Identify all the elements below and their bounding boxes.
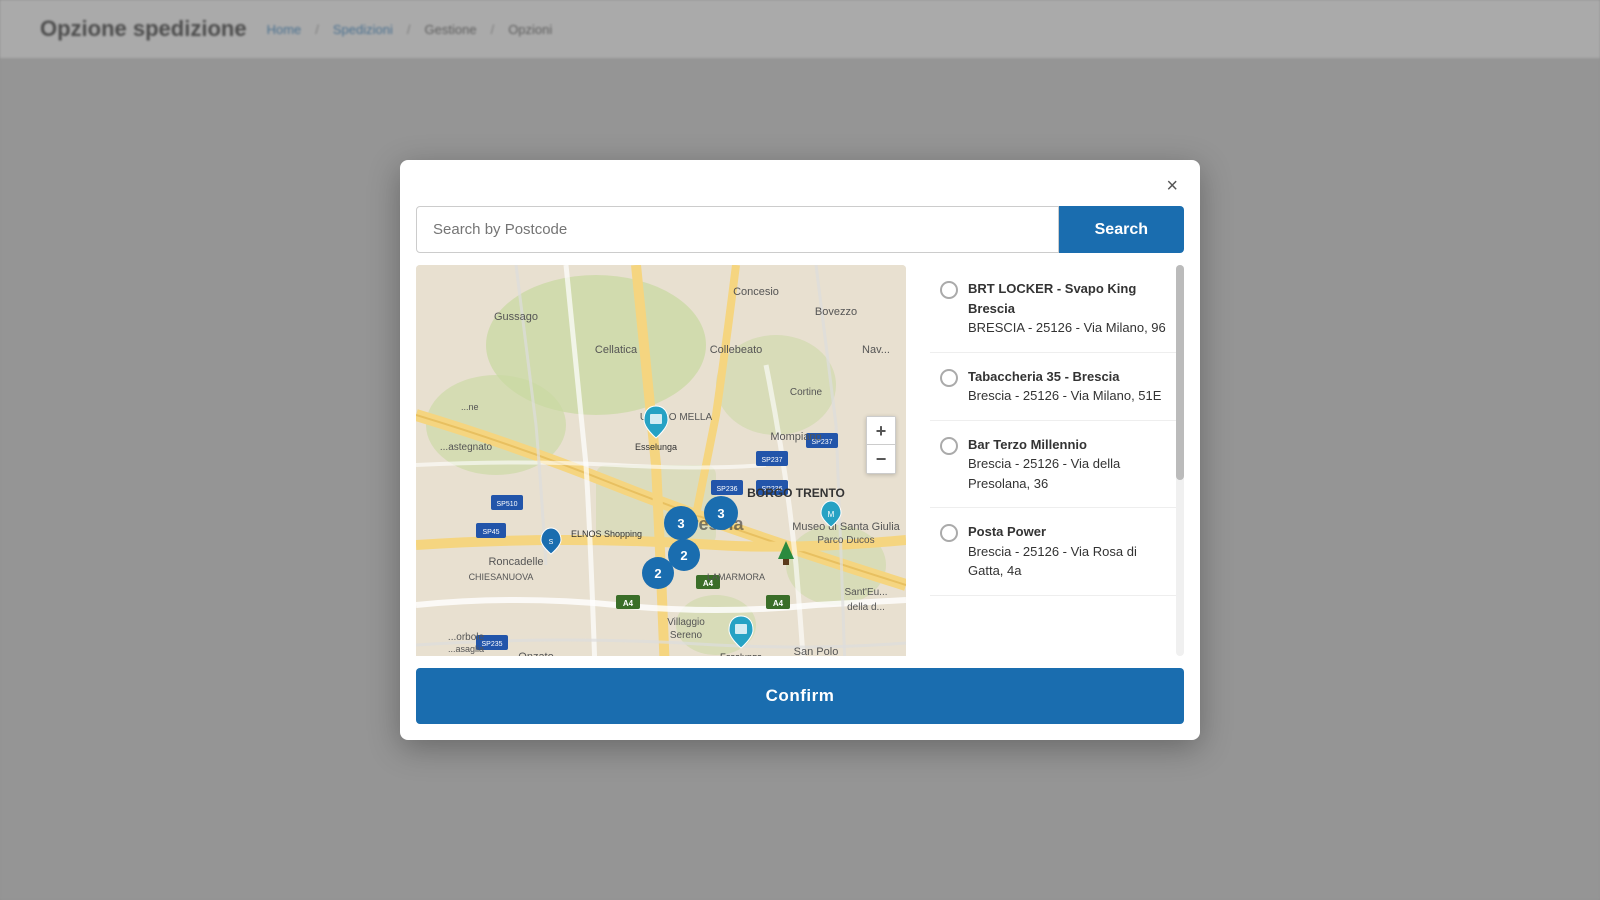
svg-text:A4: A4	[773, 599, 784, 608]
postcode-search-input[interactable]	[416, 206, 1059, 253]
svg-text:...asaglia: ...asaglia	[448, 644, 484, 654]
svg-text:2: 2	[680, 548, 687, 563]
svg-text:Sant'Eu...: Sant'Eu...	[844, 587, 887, 598]
svg-text:SP235: SP235	[481, 641, 502, 648]
result-text-3: Bar Terzo Millennio Brescia - 25126 - Vi…	[968, 435, 1166, 494]
svg-text:SP237: SP237	[761, 457, 782, 464]
svg-text:Collebeato: Collebeato	[710, 344, 763, 356]
svg-text:...ne: ...ne	[461, 402, 479, 412]
svg-text:LAMARMORA: LAMARMORA	[707, 572, 765, 582]
map-controls: + −	[866, 416, 896, 474]
svg-text:3: 3	[677, 516, 684, 531]
modal-header: ×	[400, 160, 1200, 206]
svg-text:della d...: della d...	[847, 602, 885, 613]
svg-text:...orbole: ...orbole	[448, 632, 485, 643]
svg-text:M: M	[828, 510, 835, 519]
svg-text:SP510: SP510	[496, 501, 517, 508]
results-wrapper: BRT LOCKER - Svapo King Brescia BRESCIA …	[906, 265, 1184, 656]
results-list: BRT LOCKER - Svapo King Brescia BRESCIA …	[918, 265, 1176, 656]
radio-button-2[interactable]	[940, 369, 958, 387]
radio-button-1[interactable]	[940, 281, 958, 299]
svg-text:Esselunga: Esselunga	[635, 442, 677, 452]
modal-footer: Confirm	[400, 656, 1200, 740]
svg-text:Museo di Santa Giulia: Museo di Santa Giulia	[792, 521, 900, 533]
svg-text:CHIESANUOVA: CHIESANUOVA	[469, 572, 534, 582]
svg-text:Concesio: Concesio	[733, 286, 779, 298]
map-area: A4 A4 A4 SP45 SP510 SP235 SP237 SP237	[416, 265, 906, 656]
result-item-3[interactable]: Bar Terzo Millennio Brescia - 25126 - Vi…	[930, 421, 1176, 509]
zoom-out-button[interactable]: −	[867, 445, 895, 473]
svg-text:A4: A4	[623, 599, 634, 608]
svg-text:Roncadelle: Roncadelle	[488, 556, 543, 568]
svg-text:Cellatica: Cellatica	[595, 344, 638, 356]
svg-text:San Polo: San Polo	[794, 646, 839, 656]
result-text-1: BRT LOCKER - Svapo King Brescia BRESCIA …	[968, 279, 1166, 338]
zoom-in-button[interactable]: +	[867, 417, 895, 445]
search-row: Search	[400, 206, 1200, 265]
svg-text:...astegnato: ...astegnato	[440, 442, 493, 453]
map-svg: A4 A4 A4 SP45 SP510 SP235 SP237 SP237	[416, 265, 906, 656]
pickup-modal: × Search	[400, 160, 1200, 740]
svg-text:SP236: SP236	[716, 486, 737, 493]
svg-text:ELNOS Shopping: ELNOS Shopping	[571, 529, 642, 539]
svg-text:Bovezzo: Bovezzo	[815, 306, 857, 318]
svg-text:Esselunga: Esselunga	[720, 652, 762, 656]
results-scrollbar[interactable]	[1176, 265, 1184, 656]
svg-text:Gussago: Gussago	[494, 311, 538, 323]
search-button[interactable]: Search	[1059, 206, 1184, 253]
svg-text:S: S	[549, 539, 554, 546]
confirm-button[interactable]: Confirm	[416, 668, 1184, 724]
svg-text:3: 3	[717, 506, 724, 521]
svg-text:Onzato: Onzato	[518, 651, 553, 656]
radio-button-4[interactable]	[940, 524, 958, 542]
svg-text:Sereno: Sereno	[670, 630, 703, 641]
svg-text:2: 2	[654, 566, 661, 581]
result-text-2: Tabaccheria 35 - Brescia Brescia - 25126…	[968, 367, 1161, 406]
svg-text:SP45: SP45	[482, 529, 499, 536]
result-item-2[interactable]: Tabaccheria 35 - Brescia Brescia - 25126…	[930, 353, 1176, 421]
svg-text:BORGO TRENTO: BORGO TRENTO	[747, 486, 845, 500]
svg-text:Nav...: Nav...	[862, 344, 890, 356]
radio-button-3[interactable]	[940, 437, 958, 455]
modal-overlay: × Search	[0, 0, 1600, 900]
svg-text:Villaggio: Villaggio	[667, 617, 705, 628]
svg-text:Cortine: Cortine	[790, 387, 823, 398]
result-item-1[interactable]: BRT LOCKER - Svapo King Brescia BRESCIA …	[930, 265, 1176, 353]
close-button[interactable]: ×	[1160, 174, 1184, 198]
result-text-4: Posta Power Brescia - 25126 - Via Rosa d…	[968, 522, 1166, 581]
svg-text:Parco Ducos: Parco Ducos	[817, 535, 874, 546]
modal-body: A4 A4 A4 SP45 SP510 SP235 SP237 SP237	[400, 265, 1200, 656]
svg-text:Mompiano: Mompiano	[770, 431, 821, 443]
result-item-4[interactable]: Posta Power Brescia - 25126 - Via Rosa d…	[930, 508, 1176, 596]
